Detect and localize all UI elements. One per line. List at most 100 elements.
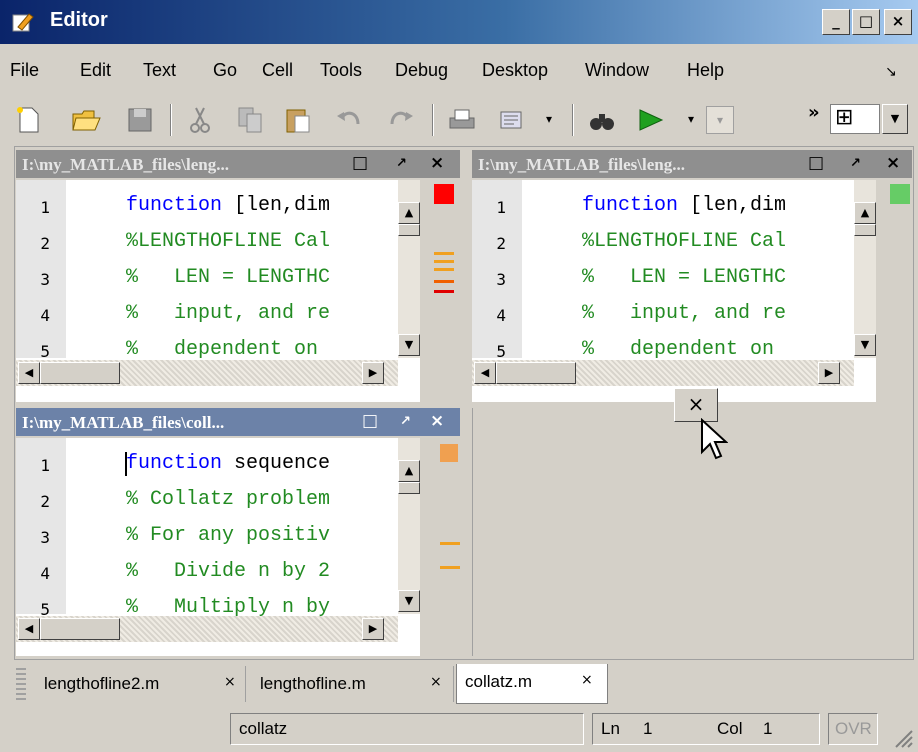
warning-marker[interactable] — [434, 252, 454, 255]
vertical-scrollbar[interactable]: ▲ ▼ — [398, 180, 420, 358]
scroll-right-button[interactable]: ▶ — [362, 618, 384, 640]
find-icon[interactable] — [586, 104, 618, 136]
paste-icon[interactable] — [282, 104, 314, 136]
code-line[interactable]: function [len,dim — [126, 194, 330, 217]
menu-debug[interactable]: Debug — [395, 60, 448, 81]
code-editor-pane[interactable]: 1 2 3 4 5 function [len,dim %LENGTHOFLIN… — [16, 180, 460, 402]
comment-icon[interactable] — [496, 104, 528, 136]
code-line[interactable]: function [len,dim — [582, 194, 786, 217]
tab-lengthofline2[interactable]: lengthofline2.m × — [34, 666, 246, 702]
pane-title-bar[interactable]: I:\my_MATLAB_files\coll... □ ↗ × — [16, 408, 460, 436]
close-pane-icon[interactable]: × — [886, 153, 900, 173]
tab-bar-grip[interactable] — [16, 668, 26, 700]
scroll-thumb[interactable] — [398, 224, 420, 236]
menu-text[interactable]: Text — [143, 60, 176, 81]
horizontal-scrollbar[interactable]: ◀ ▶ — [16, 360, 398, 386]
scroll-left-button[interactable]: ◀ — [474, 362, 496, 384]
scroll-thumb[interactable] — [398, 482, 420, 494]
maximize-pane-icon[interactable]: □ — [808, 153, 824, 173]
menu-go[interactable]: Go — [213, 60, 237, 81]
window-title-bar[interactable]: Editor _ □ × — [0, 0, 918, 44]
undock-icon[interactable]: ↗ — [400, 414, 411, 429]
print-icon[interactable] — [446, 104, 478, 136]
menu-tools[interactable]: Tools — [320, 60, 362, 81]
horizontal-scrollbar[interactable]: ◀ ▶ — [16, 616, 398, 642]
minimize-button[interactable]: _ — [822, 9, 850, 35]
warning-marker[interactable] — [434, 260, 454, 263]
redo-icon[interactable] — [384, 104, 416, 136]
maximize-pane-icon[interactable]: □ — [352, 153, 368, 173]
scroll-down-button[interactable]: ▼ — [854, 334, 876, 356]
code-line[interactable]: % input, and re — [582, 302, 786, 325]
code-line[interactable]: % dependent on — [126, 338, 330, 361]
vertical-scrollbar[interactable]: ▲ ▼ — [398, 438, 420, 614]
warning-marker[interactable] — [434, 268, 454, 271]
menu-overflow-icon[interactable]: ↘ — [885, 64, 897, 80]
code-line[interactable]: % input, and re — [126, 302, 330, 325]
code-line[interactable]: % Divide n by 2 — [126, 560, 330, 583]
scroll-thumb[interactable] — [854, 224, 876, 236]
code-line[interactable]: % For any positiv — [126, 524, 330, 547]
tab-close-icon[interactable]: × — [581, 672, 593, 688]
menu-file[interactable]: File — [10, 60, 39, 81]
undock-icon[interactable]: ↗ — [850, 156, 861, 171]
run-dropdown-icon[interactable]: ▾ — [688, 112, 694, 126]
pane-title-bar[interactable]: I:\my_MATLAB_files\leng... □ ↗ × — [16, 150, 460, 178]
scroll-right-button[interactable]: ▶ — [818, 362, 840, 384]
undock-icon[interactable]: ↗ — [396, 156, 407, 171]
warning-marker[interactable] — [440, 566, 460, 569]
tab-collatz[interactable]: collatz.m × — [456, 664, 608, 704]
scroll-down-button[interactable]: ▼ — [398, 334, 420, 356]
code-line[interactable]: %LENGTHOFLINE Cal — [126, 230, 330, 253]
scroll-down-button[interactable]: ▼ — [398, 590, 420, 612]
close-pane-icon[interactable]: × — [430, 153, 444, 173]
save-icon[interactable] — [124, 104, 156, 136]
pane-title-bar[interactable]: I:\my_MATLAB_files\leng... □ ↗ × — [472, 150, 912, 178]
menu-help[interactable]: Help — [687, 60, 724, 81]
tab-close-icon[interactable]: × — [430, 674, 442, 690]
new-file-icon[interactable] — [12, 104, 44, 136]
maximize-button[interactable]: □ — [852, 9, 880, 35]
code-line[interactable]: % LEN = LENGTHC — [126, 266, 330, 289]
horizontal-scrollbar[interactable]: ◀ ▶ — [472, 360, 854, 386]
layout-selector[interactable]: ⊞ — [830, 104, 880, 134]
code-editor-pane[interactable]: 1 2 3 4 5 function [len,dim %LENGTHOFLIN… — [472, 180, 912, 402]
error-marker[interactable] — [434, 290, 454, 293]
scroll-left-button[interactable]: ◀ — [18, 618, 40, 640]
code-editor-pane[interactable]: 1 2 3 4 5 function sequence % Collatz pr… — [16, 438, 460, 656]
close-pane-icon[interactable]: × — [430, 411, 444, 431]
scroll-up-button[interactable]: ▲ — [398, 202, 420, 224]
scroll-left-button[interactable]: ◀ — [18, 362, 40, 384]
scroll-up-button[interactable]: ▲ — [854, 202, 876, 224]
comment-dropdown-icon[interactable]: ▾ — [546, 112, 552, 126]
close-button[interactable]: × — [884, 9, 912, 35]
toolbar-overflow-icon[interactable]: » — [808, 102, 820, 123]
code-line[interactable]: function sequence — [126, 452, 330, 475]
code-line[interactable]: % Collatz problem — [126, 488, 330, 511]
scroll-up-button[interactable]: ▲ — [398, 460, 420, 482]
scroll-thumb[interactable] — [496, 362, 576, 384]
close-empty-pane-button[interactable]: × — [674, 388, 718, 422]
status-indicator[interactable] — [890, 184, 910, 204]
warning-marker[interactable] — [434, 280, 454, 283]
cut-icon[interactable] — [184, 104, 216, 136]
resize-grip-icon[interactable] — [892, 727, 914, 749]
tab-close-icon[interactable]: × — [224, 674, 236, 690]
menu-cell[interactable]: Cell — [262, 60, 293, 81]
code-line[interactable]: % dependent on — [582, 338, 786, 361]
status-indicator[interactable] — [440, 444, 458, 462]
scroll-thumb[interactable] — [40, 362, 120, 384]
maximize-pane-icon[interactable]: □ — [362, 411, 378, 431]
code-line[interactable]: % LEN = LENGTHC — [582, 266, 786, 289]
menu-window[interactable]: Window — [585, 60, 649, 81]
scroll-right-button[interactable]: ▶ — [362, 362, 384, 384]
breakpoint-dropdown[interactable]: ▾ — [706, 106, 734, 134]
run-icon[interactable] — [634, 104, 666, 136]
code-line[interactable]: %LENGTHOFLINE Cal — [582, 230, 786, 253]
vertical-scrollbar[interactable]: ▲ ▼ — [854, 180, 876, 358]
tab-lengthofline[interactable]: lengthofline.m × — [250, 666, 454, 702]
empty-pane[interactable] — [472, 408, 913, 656]
warning-marker[interactable] — [440, 542, 460, 545]
menu-desktop[interactable]: Desktop — [482, 60, 548, 81]
scroll-thumb[interactable] — [40, 618, 120, 640]
